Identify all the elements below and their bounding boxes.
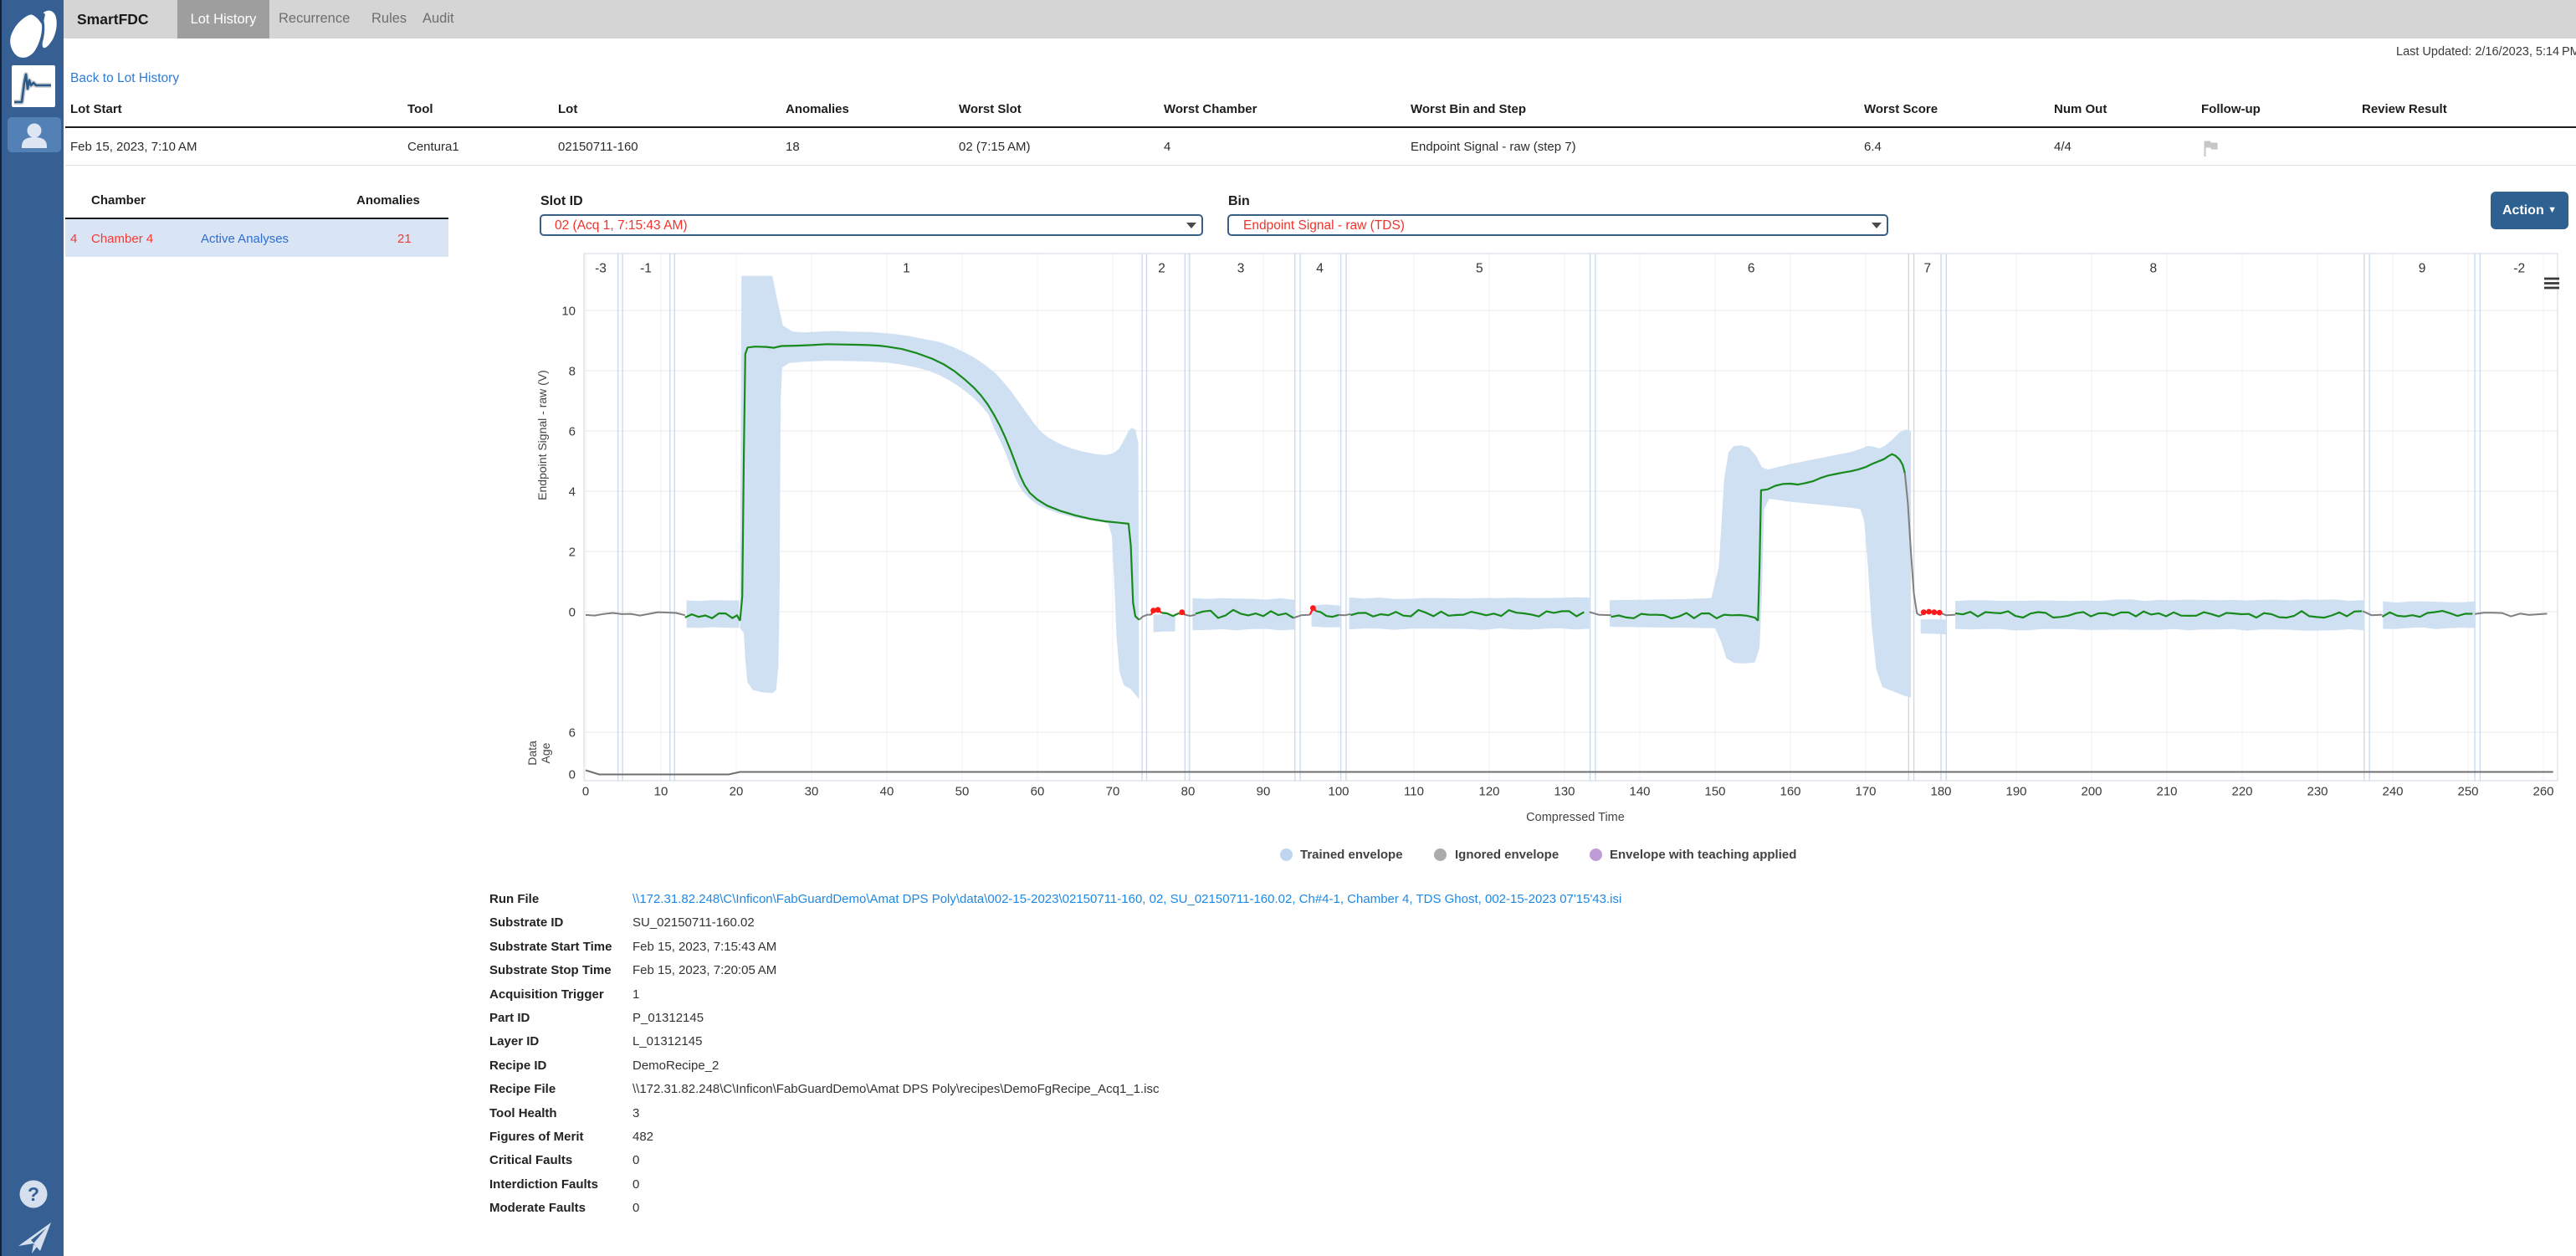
svg-text:10: 10	[654, 785, 668, 799]
svg-text:220: 220	[2231, 785, 2252, 799]
svg-text:7: 7	[1923, 262, 1931, 276]
svg-text:9: 9	[2419, 262, 2426, 276]
svg-text:Compressed Time: Compressed Time	[1526, 811, 1625, 824]
svg-text:?: ?	[28, 1183, 39, 1205]
svg-text:Endpoint Signal - raw (V): Endpoint Signal - raw (V)	[535, 370, 549, 500]
svg-text:30: 30	[805, 785, 819, 799]
svg-text:5: 5	[1476, 262, 1483, 276]
svg-text:6: 6	[569, 726, 576, 741]
svg-text:240: 240	[2382, 785, 2403, 799]
svg-text:2: 2	[569, 546, 576, 560]
svg-text:0: 0	[569, 606, 576, 620]
svg-text:260: 260	[2532, 785, 2553, 799]
svg-text:50: 50	[955, 785, 970, 799]
svg-text:20: 20	[730, 785, 744, 799]
svg-text:120: 120	[1478, 785, 1499, 799]
svg-text:Age: Age	[539, 742, 552, 763]
svg-text:4: 4	[569, 485, 576, 500]
svg-text:40: 40	[880, 785, 894, 799]
svg-text:180: 180	[1930, 785, 1951, 799]
svg-text:-1: -1	[640, 262, 652, 276]
svg-text:210: 210	[2156, 785, 2177, 799]
svg-text:8: 8	[2149, 262, 2157, 276]
svg-text:150: 150	[1704, 785, 1725, 799]
svg-text:110: 110	[1404, 785, 1424, 799]
svg-text:2: 2	[1158, 262, 1165, 276]
svg-text:70: 70	[1106, 785, 1120, 799]
svg-text:1: 1	[903, 262, 910, 276]
svg-text:10: 10	[561, 305, 576, 319]
svg-text:160: 160	[1780, 785, 1800, 799]
svg-text:3: 3	[1237, 262, 1245, 276]
svg-text:100: 100	[1328, 785, 1349, 799]
svg-text:230: 230	[2307, 785, 2328, 799]
svg-text:190: 190	[2005, 785, 2026, 799]
svg-text:8: 8	[569, 365, 576, 379]
svg-text:170: 170	[1855, 785, 1876, 799]
svg-text:6: 6	[1748, 262, 1755, 276]
svg-text:-3: -3	[595, 262, 607, 276]
svg-text:0: 0	[569, 768, 576, 782]
svg-text:140: 140	[1629, 785, 1650, 799]
svg-text:130: 130	[1554, 785, 1575, 799]
svg-text:Data: Data	[525, 741, 539, 766]
svg-text:80: 80	[1181, 785, 1196, 799]
svg-text:90: 90	[1257, 785, 1271, 799]
svg-text:4: 4	[1316, 262, 1324, 276]
svg-text:250: 250	[2457, 785, 2478, 799]
svg-text:200: 200	[2081, 785, 2102, 799]
svg-text:-2: -2	[2513, 262, 2525, 276]
svg-text:60: 60	[1031, 785, 1045, 799]
svg-text:6: 6	[569, 425, 576, 439]
svg-text:0: 0	[582, 785, 589, 799]
